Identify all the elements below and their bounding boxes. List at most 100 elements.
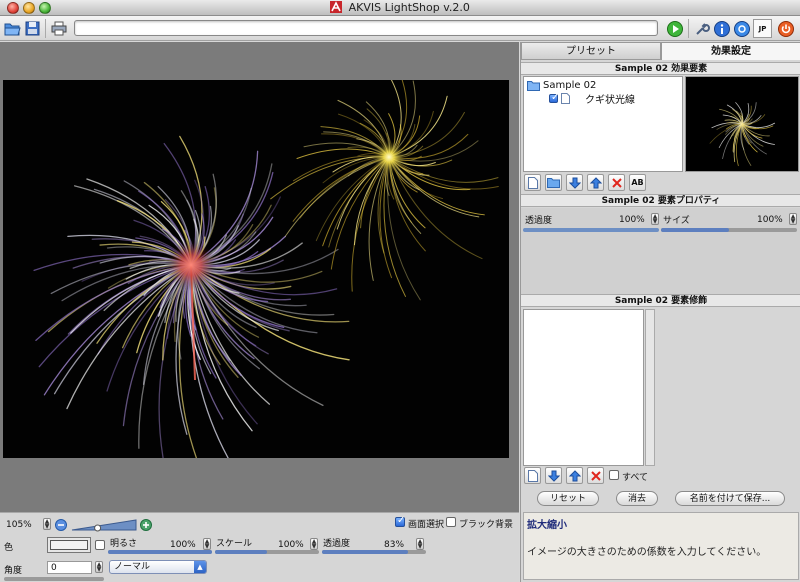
wrench-icon bbox=[695, 22, 710, 35]
modifier-up-button[interactable] bbox=[566, 467, 583, 484]
angle-label: 角度 bbox=[4, 566, 23, 576]
tab-presets[interactable]: プリセット bbox=[521, 42, 661, 60]
new-document-icon bbox=[527, 469, 538, 482]
arrow-down-icon bbox=[547, 470, 560, 482]
rename-element-button[interactable]: AB bbox=[629, 174, 646, 191]
all-modifiers-checkbox[interactable] bbox=[609, 470, 619, 480]
brightness-slider[interactable] bbox=[108, 550, 212, 554]
new-element-button[interactable] bbox=[524, 174, 541, 191]
prop-size-stepper[interactable]: ▲ ▼ bbox=[789, 213, 797, 225]
move-down-button[interactable] bbox=[566, 174, 583, 191]
modifier-down-button[interactable] bbox=[545, 467, 562, 484]
opacity-stepper[interactable]: ▲ ▼ bbox=[416, 538, 424, 550]
select-screen-checkbox[interactable] bbox=[395, 515, 405, 527]
select-screen-label: 画面選択 bbox=[408, 520, 445, 530]
blend-mode-select[interactable]: ノーマル ▲ bbox=[109, 560, 207, 574]
opacity-slider[interactable] bbox=[322, 550, 426, 554]
help-box: 拡大縮小 イメージの大きさのための係数を入力してください。 bbox=[523, 512, 799, 580]
save-file-button[interactable] bbox=[23, 19, 42, 38]
element-preview-thumbnail bbox=[685, 76, 799, 172]
info-button[interactable] bbox=[712, 19, 731, 38]
printer-icon bbox=[51, 21, 66, 36]
toolbar: JP bbox=[0, 16, 800, 41]
document-icon bbox=[561, 92, 570, 104]
elements-tree[interactable]: Sample 02 クギ状光線 bbox=[523, 76, 683, 172]
all-modifiers-label: すべて bbox=[622, 473, 649, 483]
angle-field[interactable]: 0 bbox=[47, 561, 92, 574]
scale-value[interactable]: 100% bbox=[278, 540, 304, 550]
file-path-field[interactable] bbox=[74, 20, 658, 36]
play-icon bbox=[666, 20, 683, 37]
properties-header: Sample 02 要素プロパティ bbox=[521, 194, 800, 207]
power-button[interactable] bbox=[776, 19, 795, 38]
prop-opacity-slider[interactable] bbox=[523, 228, 659, 232]
opacity-label: 透過度 bbox=[323, 539, 351, 549]
properties-area: 透過度 100% ▲ ▼ サイズ 100% ▲ ▼ bbox=[521, 208, 800, 294]
black-background-checkbox[interactable] bbox=[446, 517, 456, 527]
save-disk-icon bbox=[25, 21, 40, 36]
akvis-logo-icon bbox=[330, 1, 343, 13]
language-button[interactable]: JP bbox=[753, 19, 772, 38]
color-swatch[interactable] bbox=[47, 537, 91, 553]
zoom-stepper[interactable]: ▲ ▼ bbox=[43, 518, 51, 530]
tree-item-root[interactable]: Sample 02 bbox=[527, 79, 596, 91]
blend-mode-value: ノーマル bbox=[114, 562, 151, 572]
arrow-down-icon bbox=[568, 177, 581, 189]
color-enable-checkbox[interactable] bbox=[95, 540, 105, 550]
zoom-in-icon[interactable] bbox=[140, 519, 152, 531]
tab-effect-settings[interactable]: 効果設定 bbox=[661, 42, 800, 60]
help-button[interactable] bbox=[732, 19, 751, 38]
preview-image[interactable] bbox=[3, 80, 509, 458]
panel-tabs: プリセット 効果設定 bbox=[521, 42, 800, 60]
window-title: AKVIS LightShop v.2.0 bbox=[348, 1, 470, 14]
move-up-button[interactable] bbox=[587, 174, 604, 191]
prop-size-label: サイズ bbox=[663, 216, 690, 226]
zoom-out-icon[interactable] bbox=[55, 519, 67, 531]
run-button[interactable] bbox=[665, 19, 684, 38]
tree-item-element[interactable]: クギ状光線 bbox=[549, 92, 635, 106]
scale-label: スケール bbox=[216, 539, 253, 549]
thumbnail-image bbox=[709, 102, 776, 167]
power-icon bbox=[777, 20, 794, 37]
prop-size-value[interactable]: 100% bbox=[757, 215, 783, 225]
new-modifier-button[interactable] bbox=[524, 467, 541, 484]
prop-size-slider[interactable] bbox=[661, 228, 797, 232]
help-title: 拡大縮小 bbox=[527, 520, 567, 531]
prop-opacity-label: 透過度 bbox=[525, 216, 553, 226]
open-file-button[interactable] bbox=[3, 19, 22, 38]
black-background-label: ブラック背景 bbox=[459, 520, 514, 530]
scale-slider[interactable] bbox=[215, 550, 319, 554]
modifiers-list[interactable] bbox=[523, 309, 644, 466]
prop-opacity-value[interactable]: 100% bbox=[619, 215, 645, 225]
preferences-button[interactable] bbox=[692, 19, 711, 38]
open-element-button[interactable] bbox=[545, 174, 562, 191]
opacity-value[interactable]: 83% bbox=[384, 540, 404, 550]
canvas-area[interactable] bbox=[0, 42, 519, 512]
angle-slider[interactable] bbox=[4, 577, 104, 581]
brightness-value[interactable]: 100% bbox=[170, 540, 196, 550]
brightness-stepper[interactable]: ▲ ▼ bbox=[203, 538, 211, 550]
reset-button[interactable]: リセット bbox=[537, 491, 599, 506]
delete-preset-button[interactable]: 消去 bbox=[616, 491, 658, 506]
save-as-button[interactable]: 名前を付けて保存... bbox=[675, 491, 785, 506]
zoom-slider[interactable] bbox=[70, 518, 138, 532]
new-document-icon bbox=[527, 176, 538, 189]
zoom-value[interactable]: 105% bbox=[3, 519, 43, 532]
prop-opacity-stepper[interactable]: ▲ ▼ bbox=[651, 213, 659, 225]
modifiers-header: Sample 02 要素修飾 bbox=[521, 294, 800, 307]
modifiers-scrollbar[interactable] bbox=[645, 309, 655, 466]
parameter-panel: 105% ▲▼ 画面選択 ブラック背景 色 明るさ 100% ▲▼ スケール 1… bbox=[0, 512, 519, 582]
open-folder-icon bbox=[4, 23, 21, 36]
chevron-down-icon: ▲ bbox=[194, 561, 206, 573]
tree-root-label: Sample 02 bbox=[543, 79, 597, 91]
help-text: イメージの大きさのための係数を入力してください。 bbox=[527, 547, 767, 558]
settings-panel: プリセット 効果設定 Sample 02 効果要素 Sample 02 クギ状光… bbox=[520, 42, 800, 582]
title-bar: AKVIS LightShop v.2.0 bbox=[0, 0, 800, 16]
angle-stepper[interactable]: ▲ ▼ bbox=[95, 561, 103, 573]
scale-stepper[interactable]: ▲ ▼ bbox=[310, 538, 318, 550]
print-button[interactable] bbox=[49, 19, 68, 38]
element-visible-checkbox[interactable] bbox=[549, 92, 559, 103]
delete-modifier-button[interactable] bbox=[587, 467, 604, 484]
folder-icon bbox=[527, 80, 540, 91]
delete-element-button[interactable] bbox=[608, 174, 625, 191]
